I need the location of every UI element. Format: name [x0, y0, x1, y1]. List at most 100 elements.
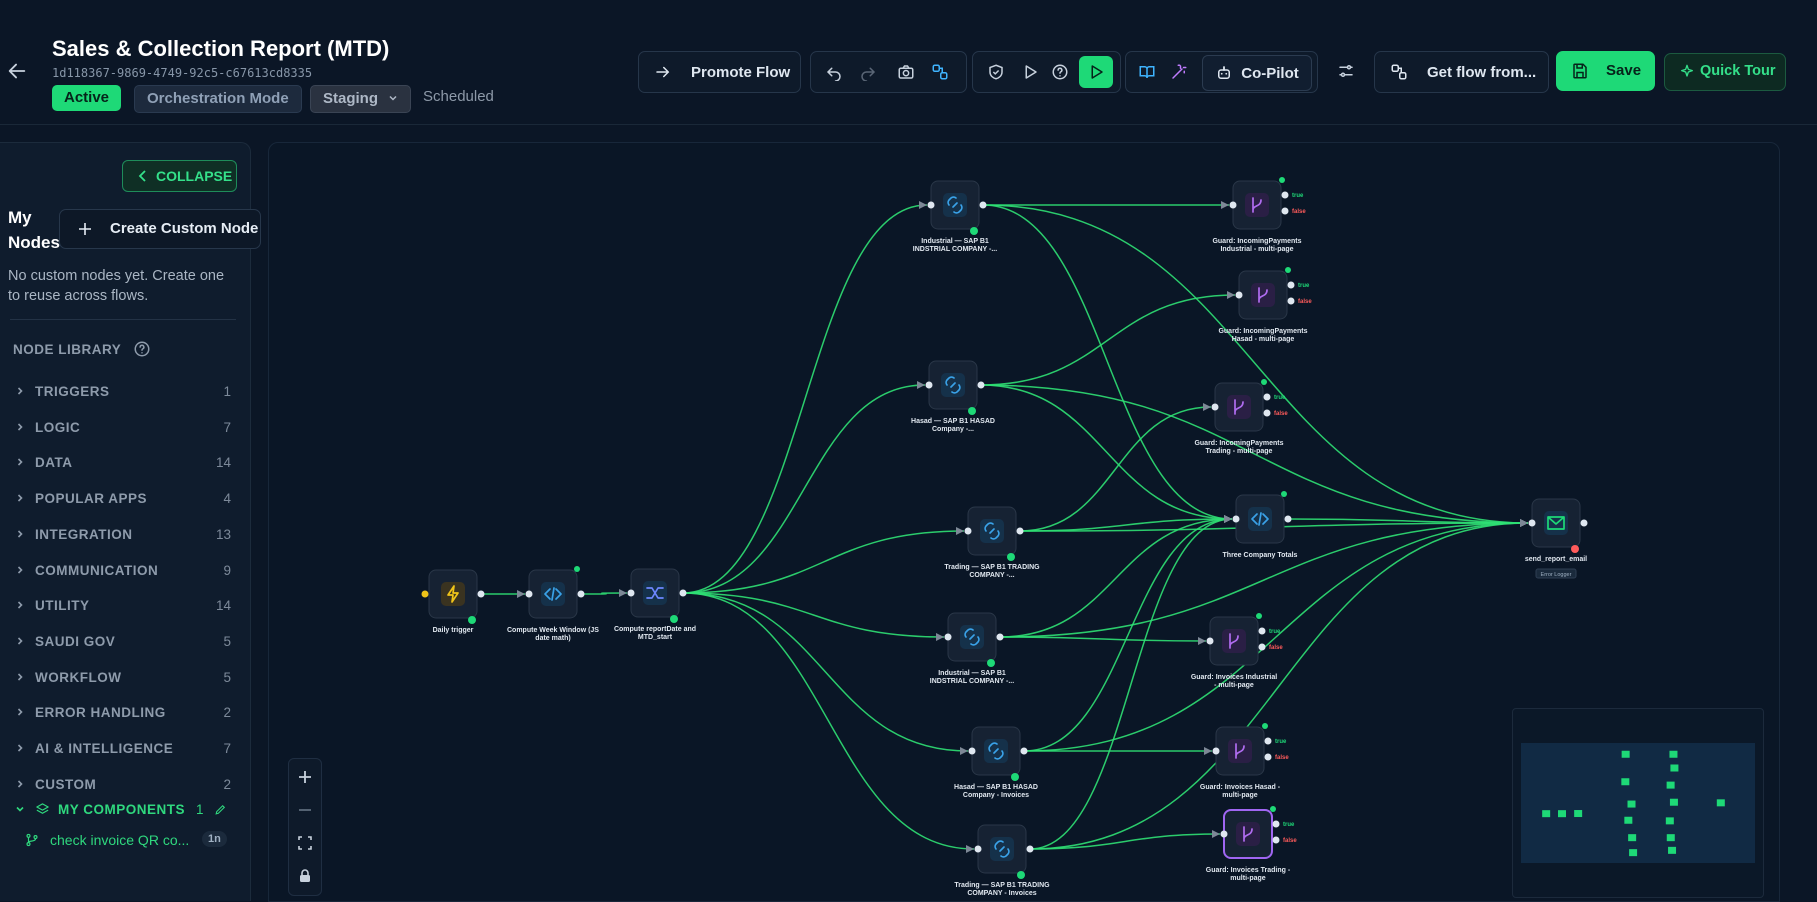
category-saudi-gov[interactable]: SAUDI GOV 5 — [0, 630, 250, 654]
zoom-out-icon[interactable] — [297, 802, 313, 818]
input-port[interactable] — [627, 589, 635, 597]
flow-node-t1[interactable]: Three Company Totals — [1223, 491, 1298, 559]
help-button[interactable] — [1047, 52, 1073, 92]
flow-node-g3[interactable]: true false Guard: IncomingPaymentsTrading … — [1194, 379, 1288, 455]
save-button[interactable]: Save — [1556, 51, 1655, 91]
undo-button[interactable] — [821, 52, 847, 92]
test-run-button[interactable] — [1017, 52, 1043, 92]
edge-n9-t1[interactable] — [1029, 518, 1233, 850]
collapse-button[interactable]: COLLAPSE — [122, 160, 237, 192]
status-badge[interactable]: Active — [52, 85, 122, 111]
input-port[interactable] — [1220, 830, 1228, 838]
true-port[interactable] — [1272, 820, 1280, 828]
false-port[interactable] — [1264, 753, 1272, 761]
create-custom-node-button[interactable]: Create Custom Node — [59, 209, 261, 249]
copilot-button[interactable]: Co-Pilot — [1202, 55, 1312, 91]
environment-select[interactable]: Staging — [310, 85, 412, 113]
edge-n5-t1[interactable] — [980, 384, 1233, 520]
promote-flow-button[interactable]: Promote Flow — [638, 51, 801, 93]
input-port[interactable] — [525, 590, 533, 598]
pencil-icon[interactable] — [214, 803, 227, 816]
input-port[interactable] — [944, 633, 952, 641]
flow-node-g4[interactable]: true false Guard: Invoices Industrial- mul… — [1191, 613, 1284, 689]
settings-button[interactable] — [1333, 51, 1359, 91]
input-port[interactable] — [1211, 403, 1219, 411]
false-port[interactable] — [1263, 409, 1271, 417]
category-communication[interactable]: COMMUNICATION 9 — [0, 559, 250, 583]
true-port[interactable] — [1263, 393, 1271, 401]
flow-node-n5[interactable]: Hasad — SAP B1 HASADCompany -... — [911, 360, 995, 433]
run-button[interactable] — [1079, 56, 1113, 88]
true-port[interactable] — [1258, 627, 1266, 635]
edge-n3-n5[interactable] — [682, 384, 926, 594]
category-popular-apps[interactable]: POPULAR APPS 4 — [0, 487, 250, 511]
category-triggers[interactable]: TRIGGERS 1 — [0, 380, 250, 404]
output-port[interactable] — [577, 590, 585, 598]
ai-wand-button[interactable] — [1166, 52, 1192, 92]
false-port[interactable] — [1272, 836, 1280, 844]
category-error-handling[interactable]: ERROR HANDLING 2 — [0, 701, 250, 725]
flow-node-n3[interactable]: Compute reportDate andMTD_start — [614, 568, 696, 641]
output-port[interactable] — [1026, 845, 1034, 853]
edge-n6-g3[interactable] — [1019, 406, 1212, 532]
fit-view-icon[interactable] — [297, 835, 313, 851]
output-port[interactable] — [1020, 747, 1028, 755]
category-data[interactable]: DATA 14 — [0, 451, 250, 475]
true-port[interactable] — [1264, 737, 1272, 745]
flow-node-g1[interactable]: true false Guard: IncomingPaymentsIndustri… — [1212, 177, 1306, 253]
output-port[interactable] — [977, 381, 985, 389]
input-port[interactable] — [1232, 515, 1240, 523]
lock-icon[interactable] — [297, 868, 313, 884]
quick-tour-button[interactable]: Quick Tour — [1664, 53, 1786, 91]
false-port[interactable] — [1258, 643, 1266, 651]
edge-n3-n8[interactable] — [682, 592, 969, 752]
flow-node-n2[interactable]: Compute Week Window (JSdate math) — [507, 566, 599, 642]
input-port[interactable] — [1229, 201, 1237, 209]
back-arrow-icon[interactable] — [6, 60, 28, 82]
input-port[interactable] — [1528, 519, 1536, 527]
input-port[interactable] — [927, 201, 935, 209]
edge-n9-e1[interactable] — [1029, 522, 1529, 850]
flow-node-g2[interactable]: true false Guard: IncomingPaymentsHasad - … — [1218, 267, 1312, 343]
mode-badge[interactable]: Orchestration Mode — [134, 85, 302, 113]
true-port[interactable] — [1281, 191, 1289, 199]
flow-node-n9[interactable]: Trading — SAP B1 TRADINGCOMPANY - Invoic… — [954, 824, 1050, 897]
my-components-category[interactable]: MY COMPONENTS 1 — [0, 798, 250, 822]
output-port[interactable] — [979, 201, 987, 209]
category-logic[interactable]: LOGIC 7 — [0, 416, 250, 440]
flow-node-n8[interactable]: Hasad — SAP B1 HASADCompany - Invoices — [954, 726, 1038, 799]
screenshot-button[interactable] — [893, 52, 919, 92]
output-port[interactable] — [679, 589, 687, 597]
edge-n7-t1[interactable] — [999, 518, 1233, 638]
help-circle-icon[interactable] — [133, 340, 151, 358]
flow-node-n4[interactable]: Industrial — SAP B1INDSTRIAL COMPANY -..… — [913, 180, 997, 253]
edge-n3-n4[interactable] — [682, 204, 928, 594]
edge-n7-g4[interactable] — [999, 636, 1207, 642]
input-port[interactable] — [421, 590, 429, 598]
true-port[interactable] — [1287, 281, 1295, 289]
category-custom[interactable]: CUSTOM 2 — [0, 773, 250, 797]
get-flow-button[interactable]: Get flow from... — [1374, 51, 1549, 93]
output-port[interactable] — [1284, 515, 1292, 523]
flow-node-g6[interactable]: true false Guard: Invoices Trading -multi-… — [1206, 806, 1298, 882]
false-port[interactable] — [1287, 297, 1295, 305]
false-port[interactable] — [1281, 207, 1289, 215]
minimap[interactable] — [1512, 708, 1764, 898]
flow-node-n7[interactable]: Industrial — SAP B1INDSTRIAL COMPANY -..… — [930, 612, 1014, 685]
input-port[interactable] — [968, 747, 976, 755]
output-port[interactable] — [477, 590, 485, 598]
category-workflow[interactable]: WORKFLOW 5 — [0, 666, 250, 690]
flow-node-g5[interactable]: true false Guard: Invoices Hasad -multi-pa… — [1200, 723, 1289, 799]
auto-layout-button[interactable] — [927, 52, 953, 92]
input-port[interactable] — [1212, 747, 1220, 755]
category-integration[interactable]: INTEGRATION 13 — [0, 523, 250, 547]
flow-node-n6[interactable]: Trading — SAP B1 TRADINGCOMPANY -... — [944, 506, 1040, 579]
input-port[interactable] — [1235, 291, 1243, 299]
output-port[interactable] — [1016, 527, 1024, 535]
output-port[interactable] — [996, 633, 1004, 641]
redo-button[interactable] — [855, 52, 881, 92]
input-port[interactable] — [1206, 637, 1214, 645]
input-port[interactable] — [925, 381, 933, 389]
flow-node-e1[interactable]: send_report_email Error Logger — [1525, 498, 1588, 579]
zoom-in-icon[interactable] — [297, 769, 313, 785]
